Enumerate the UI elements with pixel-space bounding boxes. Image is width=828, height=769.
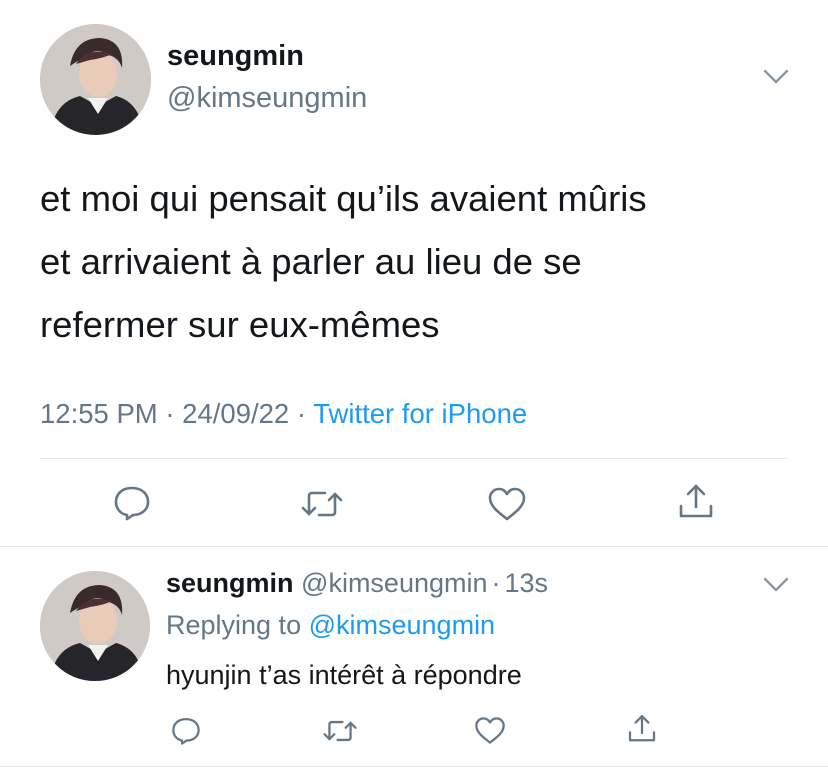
replying-to-handle-link[interactable]: @kimseungmin <box>309 610 495 640</box>
tweet-text-line: et moi qui pensait qu’ils avaient mûris <box>40 178 647 219</box>
reply-timestamp[interactable]: 13s <box>505 568 549 598</box>
divider <box>40 458 788 459</box>
reply-display-name[interactable]: seungmin <box>166 568 294 598</box>
tweet-meta: 12:55 PM · 24/09/22 · Twitter for iPhone <box>40 398 527 430</box>
share-icon[interactable] <box>676 482 716 522</box>
divider <box>0 546 828 547</box>
chevron-down-icon[interactable] <box>762 576 790 594</box>
reply-icon[interactable] <box>170 716 202 746</box>
avatar[interactable] <box>40 24 151 135</box>
tweet-text-line: et arrivaient à parler au lieu de se <box>40 241 582 282</box>
retweet-icon[interactable] <box>300 488 344 520</box>
chevron-down-icon[interactable] <box>762 68 790 86</box>
replying-to-label: Replying to <box>166 610 302 640</box>
heart-icon[interactable] <box>486 486 528 522</box>
reply-username[interactable]: @kimseungmin <box>301 568 487 598</box>
reply-tweet-text: hyunjin t’as intérêt à répondre <box>166 660 522 690</box>
reply-icon[interactable] <box>112 484 152 522</box>
share-icon[interactable] <box>626 713 658 745</box>
display-name[interactable]: seungmin <box>167 40 304 73</box>
tweet-text-line: refermer sur eux-mêmes <box>40 304 440 345</box>
replying-to: Replying to @kimseungmin <box>166 610 495 641</box>
divider <box>0 766 828 767</box>
tweet-time[interactable]: 12:55 PM <box>40 398 158 429</box>
tweet-text: et moi qui pensait qu’ils avaient mûris … <box>40 167 800 356</box>
meta-separator: · <box>296 398 307 429</box>
heart-icon[interactable] <box>473 716 507 745</box>
retweet-icon[interactable] <box>322 718 358 744</box>
tweet-source-link[interactable]: Twitter for iPhone <box>313 398 527 429</box>
reply-header: seungmin @kimseungmin · 13s <box>166 568 548 599</box>
tweet-date[interactable]: 24/09/22 <box>182 398 289 429</box>
username[interactable]: @kimseungmin <box>167 82 367 115</box>
meta-separator: · <box>165 398 175 429</box>
meta-separator: · <box>491 568 501 598</box>
reply-avatar[interactable] <box>40 571 150 681</box>
